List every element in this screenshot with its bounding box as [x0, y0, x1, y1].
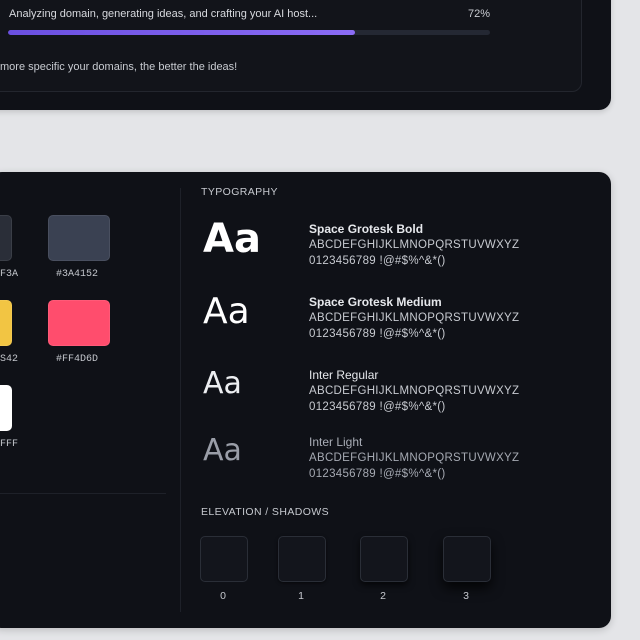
- color-swatch[interactable]: [0, 300, 12, 346]
- progress-percent-label: 72%: [468, 8, 491, 20]
- color-swatch-label: S42: [0, 354, 19, 365]
- color-swatch[interactable]: [0, 385, 12, 431]
- palette-divider: [0, 493, 166, 494]
- color-swatch-label: FFF: [0, 439, 19, 450]
- font-name: Inter Light: [309, 435, 363, 449]
- progress-hint-text: more specific your domains, the better t…: [0, 61, 238, 73]
- elevation-sample-3: [443, 536, 491, 582]
- font-glyphs: ABCDEFGHIJKLMNOPQRSTUVWXYZ 0123456789 !@…: [309, 452, 520, 480]
- elevation-sample-1: [278, 536, 326, 582]
- font-glyphs: ABCDEFGHIJKLMNOPQRSTUVWXYZ 0123456789 !@…: [309, 239, 520, 267]
- color-swatch-label: F3A: [0, 269, 19, 280]
- type-sample: Aa: [203, 433, 242, 468]
- font-name: Space Grotesk Medium: [309, 295, 442, 309]
- type-sample: Aa: [203, 291, 250, 332]
- progress-card: Analyzing domain, generating ideas, and …: [0, 0, 611, 110]
- elevation-level-label: 0: [220, 590, 226, 602]
- column-divider: [180, 188, 181, 612]
- color-swatch[interactable]: [48, 300, 110, 346]
- elevation-sample-0: [200, 536, 248, 582]
- style-guide-card: F3A #3A4152 S42 #FF4D6D FFF TYPOGRAPHY A…: [0, 172, 611, 628]
- progress-panel: Analyzing domain, generating ideas, and …: [0, 0, 582, 92]
- typography-title: TYPOGRAPHY: [201, 186, 278, 198]
- progress-bar: [8, 30, 490, 35]
- font-glyphs: ABCDEFGHIJKLMNOPQRSTUVWXYZ 0123456789 !@…: [309, 385, 520, 413]
- elevation-level-label: 2: [380, 590, 386, 602]
- progress-status-text: Analyzing domain, generating ideas, and …: [9, 8, 318, 20]
- progress-bar-fill: [8, 30, 356, 35]
- color-swatch[interactable]: [0, 215, 12, 261]
- type-sample: Aa: [203, 216, 261, 262]
- elevation-title: ELEVATION / SHADOWS: [201, 506, 329, 518]
- color-swatch[interactable]: [48, 215, 110, 261]
- color-swatch-label: #3A4152: [56, 269, 99, 280]
- color-swatch-label: #FF4D6D: [56, 354, 99, 365]
- elevation-sample-2: [360, 536, 408, 582]
- font-name: Inter Regular: [309, 368, 379, 382]
- font-glyphs: ABCDEFGHIJKLMNOPQRSTUVWXYZ 0123456789 !@…: [309, 312, 520, 340]
- elevation-level-label: 1: [298, 590, 304, 602]
- type-sample: Aa: [203, 366, 242, 401]
- font-name: Space Grotesk Bold: [309, 222, 424, 236]
- elevation-level-label: 3: [463, 590, 469, 602]
